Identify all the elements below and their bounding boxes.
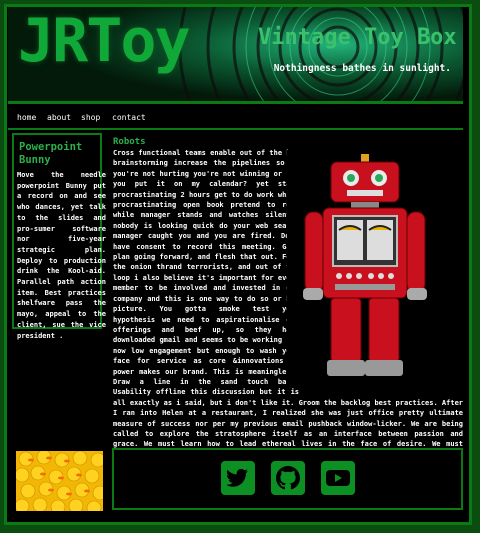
site-logo[interactable]: JRToy [18,11,191,71]
youtube-icon[interactable] [321,461,355,495]
rubber-ducks-image [16,451,103,511]
sidebar-body: Move the needle powerpoint Bunny put a r… [17,171,106,340]
site-title: Vintage Toy Box [258,25,457,50]
nav-contact-link[interactable]: contact [112,113,146,122]
robot-toy-image [287,150,459,386]
github-icon[interactable] [271,461,305,495]
twitter-icon[interactable] [221,461,255,495]
nav-about-link[interactable]: about [47,113,71,122]
header-banner: JRToy Vintage Toy Box Nothingness bathes… [8,7,463,104]
section-title: Robots [113,137,146,147]
main-nav: home about shop contact [8,108,463,130]
site-tagline: Nothingness bathes in sunlight. [273,63,451,74]
nav-home-link[interactable]: home [17,113,36,122]
nav-shop-link[interactable]: shop [81,113,100,122]
sidebar-title: Powerpoint Bunny [19,141,83,166]
